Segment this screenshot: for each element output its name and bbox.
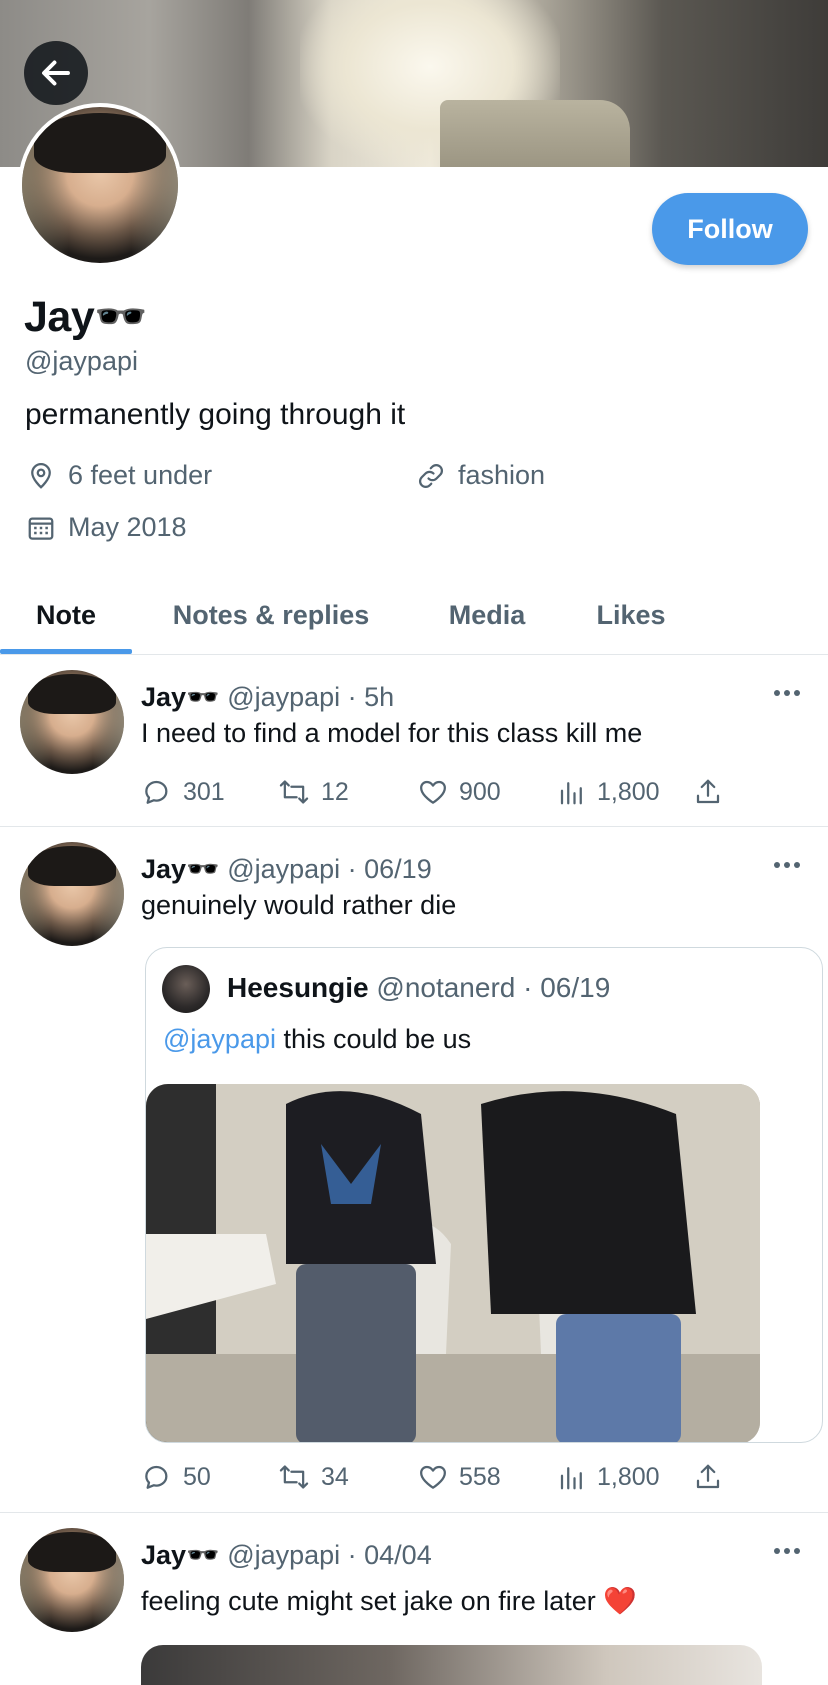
location-text: 6 feet under bbox=[68, 460, 213, 490]
quote-author-name[interactable]: Heesungie bbox=[227, 972, 369, 1003]
profile-display-name: Jay🕶️ bbox=[24, 293, 148, 341]
share-button[interactable] bbox=[693, 772, 723, 812]
reply-count: 301 bbox=[183, 777, 225, 806]
calendar-icon bbox=[28, 517, 54, 540]
reply-icon bbox=[145, 1465, 168, 1489]
like-icon bbox=[420, 1465, 446, 1489]
tweet-avatar[interactable] bbox=[20, 1528, 124, 1632]
quote-avatar[interactable] bbox=[162, 965, 210, 1013]
mention-link[interactable]: @jaypapi bbox=[163, 1024, 276, 1054]
reply-count: 50 bbox=[183, 1462, 211, 1491]
reply-button[interactable]: 50 bbox=[141, 1457, 211, 1497]
tab-media[interactable]: Media bbox=[430, 576, 544, 654]
tab-notes-replies[interactable]: Notes & replies bbox=[150, 576, 392, 654]
tweet-meta: @jaypapi · 5h bbox=[227, 682, 395, 712]
profile-joined: May 2018 bbox=[26, 512, 187, 543]
tweet-text: genuinely would rather die bbox=[141, 890, 457, 920]
retweet-count: 12 bbox=[321, 777, 349, 806]
like-button[interactable]: 900 bbox=[417, 772, 501, 812]
share-button[interactable] bbox=[693, 1457, 723, 1497]
quote-photo[interactable] bbox=[146, 1084, 760, 1442]
retweet-count: 34 bbox=[321, 1462, 349, 1491]
location-pin-icon bbox=[31, 462, 51, 489]
views-icon bbox=[560, 1467, 582, 1490]
tweet-text: I need to find a model for this class ki… bbox=[141, 718, 643, 748]
link-icon bbox=[418, 463, 444, 488]
tabs-divider bbox=[0, 654, 828, 655]
retweet-button[interactable]: 12 bbox=[277, 772, 349, 812]
tweet-actions: 301 12 900 1,800 bbox=[141, 772, 741, 812]
reply-icon bbox=[145, 780, 168, 804]
tweet-meta: @jaypapi · 04/04 bbox=[227, 1540, 432, 1570]
quote-header: Heesungie @notanerd · 06/19 bbox=[227, 972, 610, 1004]
quote-text: @jaypapi this could be us bbox=[163, 1024, 471, 1055]
tweet-divider bbox=[0, 1512, 828, 1513]
tweet-header: Jay🕶️ @jaypapi · 04/04 bbox=[141, 1539, 432, 1571]
more-icon bbox=[774, 1548, 800, 1554]
tab-likes[interactable]: Likes bbox=[580, 576, 682, 654]
tweet-avatar[interactable] bbox=[20, 842, 124, 946]
views-button[interactable]: 1,800 bbox=[557, 772, 660, 812]
tweet-text: feeling cute might set jake on fire late… bbox=[141, 1586, 637, 1616]
profile-location: 6 feet under bbox=[26, 460, 212, 491]
tweet-more-button[interactable] bbox=[772, 683, 802, 703]
profile-website[interactable]: fashion bbox=[416, 460, 545, 491]
view-count: 1,800 bbox=[597, 777, 660, 806]
tab-note[interactable]: Note bbox=[0, 576, 132, 654]
tweet-meta: @jaypapi · 06/19 bbox=[227, 854, 432, 884]
tweet-photo[interactable] bbox=[141, 1645, 762, 1685]
retweet-button[interactable]: 34 bbox=[277, 1457, 349, 1497]
like-count: 900 bbox=[459, 777, 501, 806]
views-button[interactable]: 1,800 bbox=[557, 1457, 660, 1497]
tweet-avatar[interactable] bbox=[20, 670, 124, 774]
like-count: 558 bbox=[459, 1462, 501, 1491]
tweet-author-name[interactable]: Jay🕶️ bbox=[141, 682, 220, 712]
views-icon bbox=[560, 782, 582, 805]
tweet-author-name[interactable]: Jay🕶️ bbox=[141, 854, 220, 884]
share-icon bbox=[696, 1464, 720, 1489]
back-button[interactable] bbox=[24, 41, 88, 105]
quote-meta: @notanerd · 06/19 bbox=[376, 972, 611, 1003]
tweet-more-button[interactable] bbox=[772, 855, 802, 875]
tweet-divider bbox=[0, 826, 828, 827]
back-arrow-icon bbox=[42, 60, 70, 86]
website-text[interactable]: fashion bbox=[458, 460, 545, 491]
tweet-actions: 50 34 558 1,800 bbox=[141, 1457, 741, 1497]
quote-tweet[interactable]: Heesungie @notanerd · 06/19 @jaypapi thi… bbox=[145, 947, 823, 1443]
follow-button[interactable]: Follow bbox=[652, 193, 808, 265]
retweet-icon bbox=[279, 1465, 309, 1489]
quote-photo-illustration bbox=[146, 1084, 760, 1442]
tweet-more-button[interactable] bbox=[772, 1541, 802, 1561]
joined-text: May 2018 bbox=[68, 512, 187, 542]
profile-bio: permanently going through it bbox=[25, 398, 406, 431]
more-icon bbox=[774, 690, 800, 696]
tweet-header: Jay🕶️ @jaypapi · 06/19 bbox=[141, 853, 432, 885]
like-button[interactable]: 558 bbox=[417, 1457, 501, 1497]
like-icon bbox=[420, 780, 446, 804]
profile-tabs: Note Notes & replies Media Likes bbox=[0, 576, 828, 654]
view-count: 1,800 bbox=[597, 1462, 660, 1491]
retweet-icon bbox=[279, 780, 309, 804]
profile-handle: @jaypapi bbox=[25, 346, 138, 376]
reply-button[interactable]: 301 bbox=[141, 772, 225, 812]
more-icon bbox=[774, 862, 800, 868]
tweet-author-name[interactable]: Jay🕶️ bbox=[141, 1540, 220, 1570]
share-icon bbox=[696, 779, 720, 804]
profile-avatar[interactable] bbox=[18, 103, 182, 267]
tweet-header: Jay🕶️ @jaypapi · 5h bbox=[141, 681, 394, 713]
quote-body: this could be us bbox=[275, 1024, 472, 1054]
